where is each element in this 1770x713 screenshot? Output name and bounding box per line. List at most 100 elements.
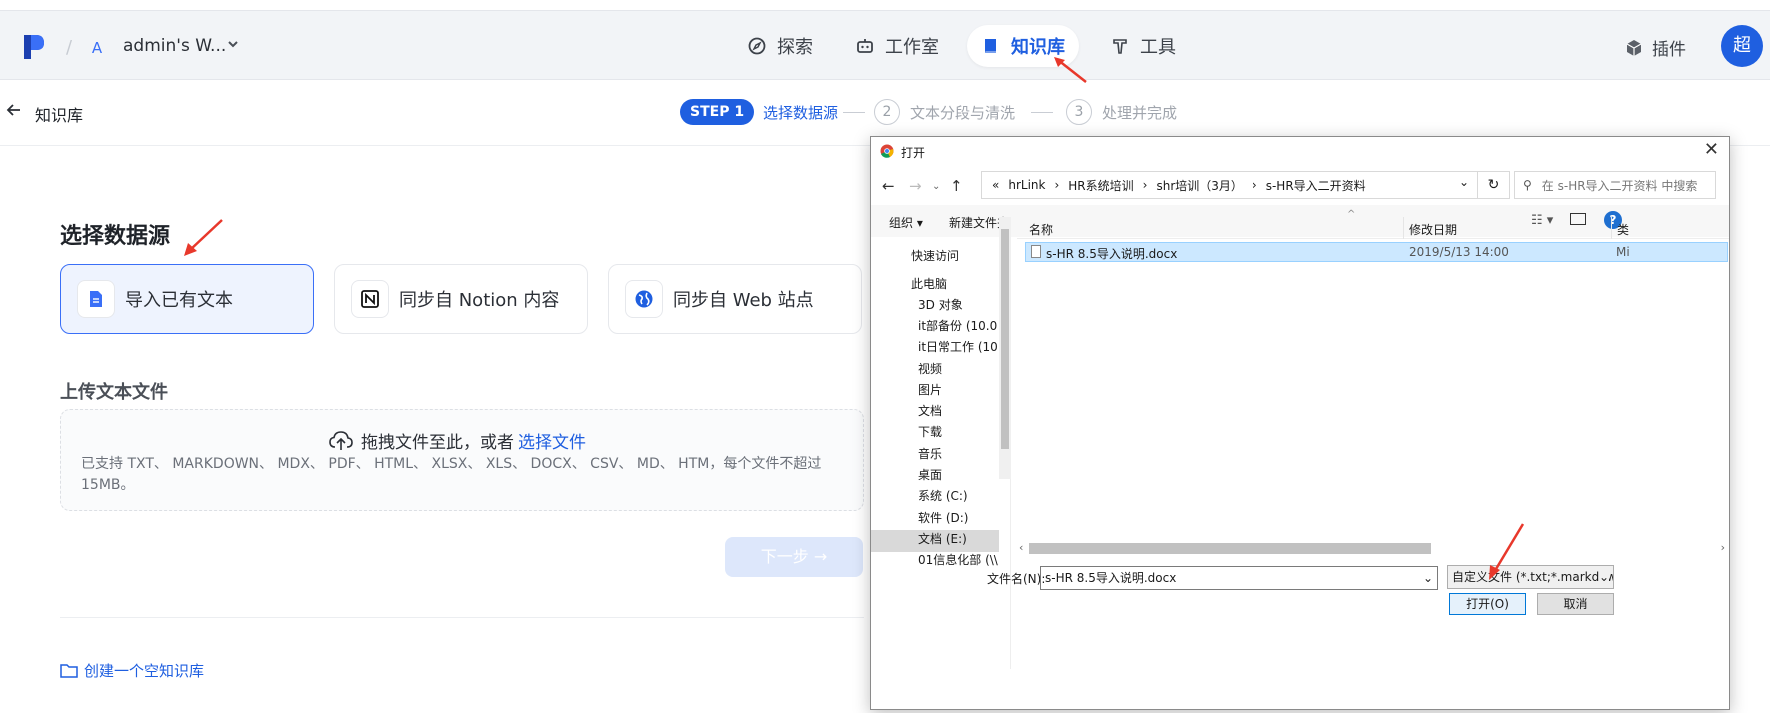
back-arrow-icon[interactable]: ← — [882, 177, 895, 195]
chrome-icon — [880, 144, 894, 158]
filetype-value: 自定义文件 (*.txt;*.markdown — [1452, 570, 1614, 584]
column-divider[interactable] — [1611, 217, 1612, 239]
book-icon — [985, 39, 996, 53]
sort-indicator-icon: ^ — [1347, 209, 1356, 220]
tree-item[interactable]: 01信息化部 (\\1 — [918, 551, 998, 568]
tree-item[interactable]: 软件 (D:) — [918, 509, 968, 526]
open-button[interactable]: 打开(O) — [1449, 593, 1526, 615]
scroll-left-icon[interactable]: ‹ — [1019, 541, 1023, 554]
recent-dropdown-icon[interactable]: ⌄ — [932, 181, 940, 192]
chevron-down-icon[interactable]: ⌄ — [1598, 566, 1609, 588]
tree-item[interactable]: 视频 — [918, 360, 942, 377]
nav-tools[interactable]: 工具 — [1096, 25, 1190, 67]
annotation-arrow — [1489, 523, 1525, 580]
cloud-upload-icon — [329, 430, 353, 450]
file-icon — [1031, 245, 1041, 258]
file-row[interactable]: s-HR 8.5导入说明.docx 2019/5/13 14:00 Mi — [1025, 242, 1728, 262]
workspace-name[interactable]: admin's W... — [123, 36, 226, 56]
filename-value: s-HR 8.5导入说明.docx — [1045, 571, 1177, 585]
address-bar[interactable]: « hrLink › HR系统培训 › shr培训（3月） › s-HR导入二开… — [981, 171, 1478, 199]
notion-icon — [351, 280, 389, 318]
tree-item[interactable]: 系统 (C:) — [918, 487, 968, 504]
column-name[interactable]: 名称 — [1029, 221, 1053, 238]
app-logo[interactable] — [22, 33, 46, 61]
search-icon: ⚲ — [1523, 178, 1532, 192]
path-segment: « — [992, 178, 1000, 192]
tree-item[interactable]: 3D 对象 — [918, 296, 998, 313]
top-bar: / A admin's W... 探索 工作室 知识库 工具 插件 超 — [0, 10, 1770, 80]
annotation-arrow — [184, 219, 223, 256]
chevron-down-icon[interactable]: ⌄ — [1423, 567, 1433, 589]
file-list-header: 名称 ^ 修改日期 类 — [1017, 209, 1729, 239]
workspace-badge: A — [91, 39, 103, 57]
avatar[interactable]: 超 — [1721, 25, 1763, 67]
column-date[interactable]: 修改日期 — [1409, 221, 1457, 238]
upload-title: 上传文本文件 — [60, 382, 168, 403]
plugin-button[interactable]: 插件 — [1624, 35, 1686, 60]
robot-icon — [857, 39, 873, 53]
tree-item[interactable]: 下载 — [918, 423, 942, 440]
path-segment[interactable]: HR系统培训 — [1068, 177, 1133, 194]
horizontal-scrollbar[interactable]: ‹ › — [1017, 541, 1729, 557]
tree-item[interactable]: 音乐 — [918, 445, 942, 462]
scrollbar-thumb[interactable] — [1029, 543, 1431, 554]
document-icon — [77, 280, 115, 318]
path-separator: › — [1054, 178, 1060, 192]
tree-item-this-pc[interactable]: 此电脑 — [911, 275, 947, 292]
filename-label: 文件名(N): — [987, 572, 1046, 586]
cancel-button[interactable]: 取消 — [1537, 593, 1614, 615]
filename-input[interactable]: s-HR 8.5导入说明.docx ⌄ — [1040, 566, 1438, 590]
dropzone-hint: 已支持 TXT、 MARKDOWN、 MDX、 PDF、 HTML、 XLSX、… — [81, 456, 822, 493]
up-arrow-icon[interactable]: ↑ — [950, 177, 963, 195]
open-file-dialog: 打开 ✕ ← → ⌄ ↑ « hrLink › HR系统培训 › shr培训（3… — [870, 136, 1730, 710]
refresh-icon[interactable]: ↻ — [1478, 171, 1510, 199]
section-title: 选择数据源 — [60, 224, 171, 249]
dialog-title: 打开 — [901, 146, 926, 160]
column-divider[interactable] — [1403, 217, 1404, 239]
tree-item[interactable]: 桌面 — [918, 466, 942, 483]
nav-studio[interactable]: 工作室 — [841, 25, 953, 67]
tree-item[interactable]: it日常工作 (10.0 — [918, 338, 998, 355]
select-file-link[interactable]: 选择文件 — [518, 428, 586, 453]
source-card-web[interactable]: 同步自 Web 站点 — [608, 264, 862, 334]
source-card-notion[interactable]: 同步自 Notion 内容 — [334, 264, 588, 334]
tree-item[interactable]: 图片 — [918, 381, 942, 398]
dropzone-main-text: 拖拽文件至此，或者 选择文件 — [329, 428, 586, 453]
create-empty-label: 创建一个空知识库 — [84, 662, 205, 680]
column-type[interactable]: 类 — [1617, 221, 1629, 238]
path-segment[interactable]: shr培训（3月） — [1156, 177, 1242, 194]
file-dropzone[interactable]: 拖拽文件至此，或者 选择文件 已支持 TXT、 MARKDOWN、 MDX、 P… — [60, 409, 864, 511]
file-type: Mi — [1616, 245, 1630, 259]
chevron-down-icon[interactable] — [226, 37, 240, 55]
nav-explore[interactable]: 探索 — [733, 25, 827, 67]
chevron-down-icon[interactable]: ⌄ — [1459, 175, 1469, 189]
close-icon[interactable]: ✕ — [1704, 139, 1719, 160]
back-arrow-icon[interactable] — [6, 102, 22, 123]
organize-button[interactable]: 组织 ▾ — [889, 214, 923, 231]
path-segment[interactable]: hrLink — [1008, 178, 1045, 192]
tree-item[interactable]: it部备份 (10.0.1 — [918, 317, 998, 334]
path-separator: › — [1142, 178, 1148, 192]
dropzone-text: 拖拽文件至此，或者 — [361, 433, 514, 453]
next-step-button[interactable]: 下一步 → — [725, 537, 863, 577]
back-label[interactable]: 知识库 — [35, 102, 83, 126]
filetype-select[interactable]: 自定义文件 (*.txt;*.markdown ⌄ — [1447, 565, 1614, 589]
tree-item[interactable]: 文档 — [918, 402, 942, 419]
breadcrumb-separator: / — [66, 37, 73, 58]
path-segment[interactable]: s-HR导入二开资料 — [1266, 177, 1366, 194]
nav-explore-label: 探索 — [777, 37, 813, 58]
step-3-label: 处理并完成 — [1102, 104, 1178, 122]
tree-scrollbar-thumb[interactable] — [1001, 229, 1009, 449]
source-card-label: 同步自 Notion 内容 — [399, 290, 560, 311]
scroll-right-icon[interactable]: › — [1721, 541, 1725, 554]
hammer-icon — [1113, 39, 1127, 54]
folder-icon — [60, 664, 78, 678]
create-empty-kb-link[interactable]: 创建一个空知识库 — [60, 660, 204, 681]
step-1-badge: STEP 1 — [680, 99, 755, 125]
tree-item-selected[interactable]: 文档 (E:) — [918, 530, 967, 547]
tree-item-quick-access[interactable]: 快速访问 — [911, 247, 959, 264]
forward-arrow-icon[interactable]: → — [909, 177, 922, 195]
search-input[interactable]: ⚲ 在 s-HR导入二开资料 中搜索 — [1514, 171, 1716, 199]
source-card-import-text[interactable]: 导入已有文本 — [60, 264, 314, 334]
step-2-badge: 2 — [874, 99, 900, 125]
